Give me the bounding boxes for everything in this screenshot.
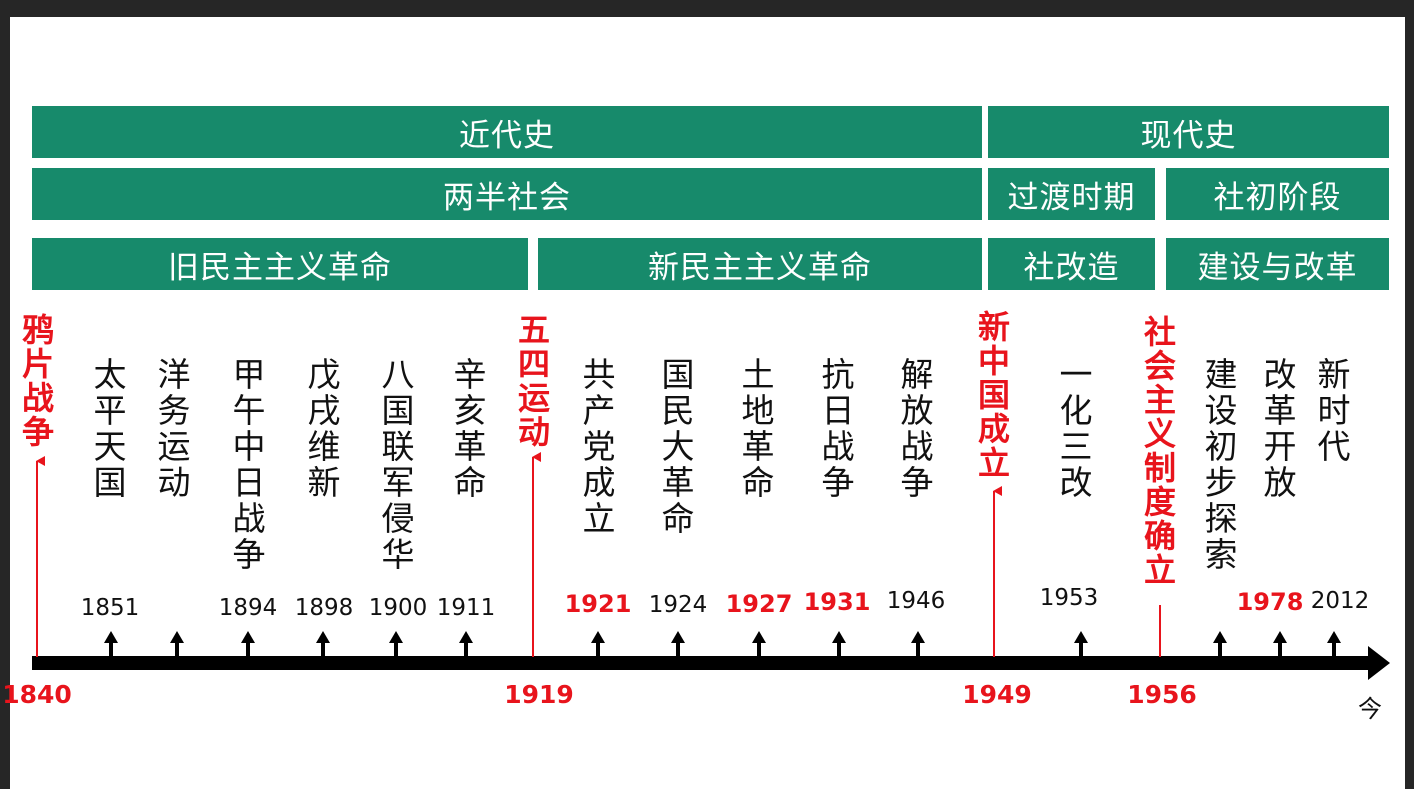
year-label-1919: 1919	[504, 680, 574, 709]
tick-arrow-1927	[752, 631, 766, 657]
event-year: 2012	[1310, 588, 1370, 614]
year-label-1949: 1949	[962, 680, 1032, 709]
major-event-label-may-fourth: 五四运动	[517, 311, 550, 451]
major-event-label-socialism-established: 社会主义制度确立	[1143, 313, 1176, 589]
event-year: 1946	[886, 588, 946, 614]
event-label: 抗日战争	[821, 355, 855, 502]
axis-end-label-now: 今	[1358, 695, 1382, 723]
event-label: 解放战争	[900, 355, 934, 502]
tick-arrow-1953	[1074, 631, 1088, 657]
event-label: 新时代	[1317, 355, 1351, 466]
event-year: 1931	[803, 588, 871, 616]
major-event-label-prc-founding: 新中国成立	[977, 308, 1010, 482]
timeline-axis	[32, 656, 1372, 670]
tick-arrow-1946	[911, 631, 925, 657]
event-label: 甲午中日战争	[232, 355, 266, 574]
tick-arrow-1900	[389, 631, 403, 657]
year-label-1956: 1956	[1127, 680, 1197, 709]
tick-arrow-1851	[104, 631, 118, 657]
event-label: 共产党成立	[582, 355, 616, 538]
event-label: 改革开放	[1263, 355, 1297, 502]
event-year: 1894	[218, 595, 278, 621]
event-year: 1978	[1236, 588, 1304, 616]
tick-arrow-yangwu	[170, 631, 184, 657]
event-label: 洋务运动	[157, 355, 191, 502]
tick-arrow-1921	[591, 631, 605, 657]
event-year: 1953	[1039, 585, 1099, 611]
year-label-1840: 1840	[2, 680, 72, 709]
event-year: 1851	[80, 595, 140, 621]
event-year: 1921	[564, 590, 632, 618]
event-year: 1898	[294, 595, 354, 621]
timeline-axis-graphic	[32, 452, 1390, 680]
event-label: 八国联军侵华	[381, 355, 415, 574]
tick-arrow-1931	[832, 631, 846, 657]
tick-arrow-1978	[1273, 631, 1287, 657]
event-year: 1927	[725, 590, 793, 618]
tick-arrow-1924	[671, 631, 685, 657]
event-label: 辛亥革命	[453, 355, 487, 502]
event-year: 1911	[436, 595, 496, 621]
major-event-label-opium-war: 鸦片战争	[21, 311, 54, 451]
event-ticks	[104, 631, 1341, 657]
event-label: 土地革命	[741, 355, 775, 502]
axis-arrowhead	[1368, 646, 1390, 680]
tick-arrow-1898	[316, 631, 330, 657]
event-label: 太平天国	[93, 355, 127, 502]
tick-arrow-2012	[1327, 631, 1341, 657]
event-label: 建设初步探索	[1204, 355, 1238, 574]
tick-arrow-1894	[241, 631, 255, 657]
tick-arrow-exploration	[1213, 631, 1227, 657]
event-label: 戊戌维新	[307, 355, 341, 502]
event-label: 一化三改	[1059, 355, 1093, 502]
timeline-diagram: 近代史 现代史 两半社会 过渡时期 社初阶段 旧民主主义革命 新民主主义革命 社…	[2, 17, 1405, 789]
tick-arrow-1911	[459, 631, 473, 657]
event-year: 1924	[648, 592, 708, 618]
event-label: 国民大革命	[661, 355, 695, 538]
